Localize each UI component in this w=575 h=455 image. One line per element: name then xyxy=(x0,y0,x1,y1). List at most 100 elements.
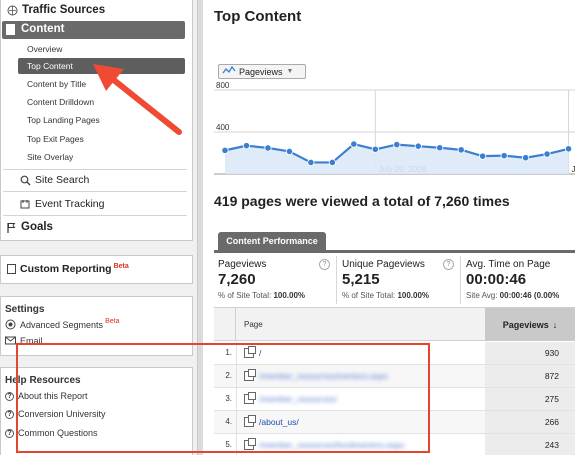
sidebar-item-top-content[interactable]: Top Content xyxy=(27,61,73,71)
sidebar-item-event-tracking[interactable]: Event Tracking xyxy=(20,198,104,210)
row-pageviews: 872 xyxy=(485,365,575,387)
row-divider xyxy=(236,388,237,410)
sidebar-item-overview[interactable]: Overview xyxy=(27,44,62,54)
advanced-segments-label: Advanced Segments xyxy=(20,319,104,330)
tab-content-performance[interactable]: Content Performance xyxy=(218,232,326,250)
stat-value: 7,260 xyxy=(218,271,256,288)
sidebar-item-content-by-title[interactable]: Content by Title xyxy=(27,79,86,89)
row-divider xyxy=(236,434,237,455)
sidebar-item-content[interactable]: Content xyxy=(2,21,185,39)
goals-label: Goals xyxy=(21,221,53,233)
table-row[interactable]: 5. /member_resources/fundmentors.aspx 24… xyxy=(214,434,575,455)
content-label: Content xyxy=(21,23,65,35)
flag-icon xyxy=(6,222,17,233)
table-header: Page Pageviews ↓ xyxy=(214,307,575,341)
row-number: 4. xyxy=(225,417,232,426)
y-tick-label: 400 xyxy=(216,123,230,132)
data-point xyxy=(307,158,315,167)
help-item-common-questions[interactable]: ? Common Questions xyxy=(5,428,98,438)
row-page-link[interactable]: /about_us/ xyxy=(259,417,299,427)
data-point xyxy=(457,146,465,154)
sidebar-divider xyxy=(3,215,187,216)
data-point xyxy=(564,145,573,153)
page-icon[interactable] xyxy=(244,392,256,404)
stat-sub-value: 100.00% xyxy=(273,291,306,300)
sidebar-item-site-search[interactable]: Site Search xyxy=(20,174,89,186)
pages-summary: 419 pages were viewed a total of 7,260 t… xyxy=(214,193,510,209)
row-page-link[interactable]: /member_resources/mentors.aspx xyxy=(259,371,388,381)
pageviews-chart: 800400July 20, 2009July 27, 2009 xyxy=(214,81,575,175)
data-point xyxy=(543,150,551,158)
data-point xyxy=(221,146,229,154)
header-page[interactable]: Page xyxy=(244,320,263,329)
row-page-link[interactable]: /member_resources/fundmentors.aspx xyxy=(259,440,405,450)
help-question-icon: ? xyxy=(5,428,14,438)
help-item-conversion-university[interactable]: ? Conversion University xyxy=(5,409,106,419)
help-item-about-report[interactable]: ? About this Report xyxy=(5,391,88,401)
sidebar-item-custom-reporting[interactable]: Custom Reporting Beta xyxy=(7,263,129,275)
stat-unique-pageviews: Unique Pageviews ? 5,215 % of Site Total… xyxy=(338,256,461,304)
sidebar-item-site-overlay[interactable]: Site Overlay xyxy=(27,152,73,162)
sidebar-item-content-drilldown[interactable]: Content Drilldown xyxy=(27,97,94,107)
main-panel: Top Content Pageviews ▼ 800400July 20, 2… xyxy=(197,0,575,455)
data-point xyxy=(242,142,251,150)
sidebar-divider xyxy=(3,191,187,192)
help-icon[interactable]: ? xyxy=(443,259,454,270)
y-tick-label: 800 xyxy=(216,81,230,90)
metric-dropdown[interactable]: Pageviews ▼ xyxy=(218,64,306,79)
help-icon[interactable]: ? xyxy=(319,259,330,270)
table-row[interactable]: 3. /member_resources/ 275 xyxy=(214,388,575,411)
row-pageviews: 275 xyxy=(485,388,575,410)
page-icon[interactable] xyxy=(244,438,256,450)
content-row: Content xyxy=(6,23,64,35)
magnifier-icon xyxy=(20,175,31,186)
data-point xyxy=(371,145,379,153)
page-icon[interactable] xyxy=(244,369,256,381)
page-icon[interactable] xyxy=(244,346,256,358)
row-page-link[interactable]: /member_resources/ xyxy=(259,394,337,404)
sidebar-divider xyxy=(3,169,187,170)
email-label: Email xyxy=(20,335,43,346)
stat-sub-prefix: % of Site Total: xyxy=(218,291,272,300)
settings-item-email[interactable]: Email xyxy=(5,335,43,346)
traffic-sources-icon xyxy=(7,5,18,16)
data-point xyxy=(500,152,508,160)
stat-sub-value: 00:00:46 (0.00% xyxy=(499,291,560,300)
header-pageviews[interactable]: Pageviews ↓ xyxy=(485,308,575,341)
sidebar-item-top-landing-pages[interactable]: Top Landing Pages xyxy=(27,115,100,125)
data-point xyxy=(328,158,336,167)
sidebar-item-traffic-sources[interactable]: Traffic Sources xyxy=(7,4,105,16)
stat-value: 5,215 xyxy=(342,271,380,288)
row-divider xyxy=(236,342,237,364)
row-number: 5. xyxy=(225,440,232,449)
data-point xyxy=(393,140,401,149)
data-point xyxy=(436,144,444,152)
sidebar-item-goals[interactable]: Goals xyxy=(6,221,53,233)
chevron-down-icon: ▼ xyxy=(286,68,294,75)
page-title: Top Content xyxy=(214,8,302,25)
envelope-icon xyxy=(5,335,16,346)
page-icon[interactable] xyxy=(244,415,256,427)
content-table: Page Pageviews ↓ 1. / 930 2. /member_res… xyxy=(214,307,575,455)
settings-title: Settings xyxy=(5,304,45,315)
row-pageviews: 266 xyxy=(485,411,575,433)
help-question-icon: ? xyxy=(5,391,14,401)
settings-item-advanced-segments[interactable]: Advanced Segments Beta xyxy=(5,318,119,330)
beta-badge: Beta xyxy=(113,262,129,270)
stat-avg-time-on-page: Avg. Time on Page 00:00:46 Site Avg: 00:… xyxy=(462,256,575,304)
stat-sub: % of Site Total: 100.00% xyxy=(342,291,429,300)
row-number: 2. xyxy=(225,371,232,380)
sidebar-item-top-exit-pages[interactable]: Top Exit Pages xyxy=(27,134,84,144)
data-point xyxy=(522,154,530,162)
table-row[interactable]: 4. /about_us/ 266 xyxy=(214,411,575,434)
stat-label: Pageviews xyxy=(218,259,267,270)
site-search-label: Site Search xyxy=(35,174,90,186)
table-row[interactable]: 2. /member_resources/mentors.aspx 872 xyxy=(214,365,575,388)
help-item-label: Common Questions xyxy=(18,428,98,438)
table-row[interactable]: 1. / 930 xyxy=(214,342,575,365)
row-divider xyxy=(236,365,237,387)
row-pageviews: 243 xyxy=(485,434,575,455)
row-page-link[interactable]: / xyxy=(259,348,261,358)
custom-reporting-box: Custom Reporting Beta xyxy=(0,255,193,284)
stat-label: Avg. Time on Page xyxy=(466,259,551,270)
